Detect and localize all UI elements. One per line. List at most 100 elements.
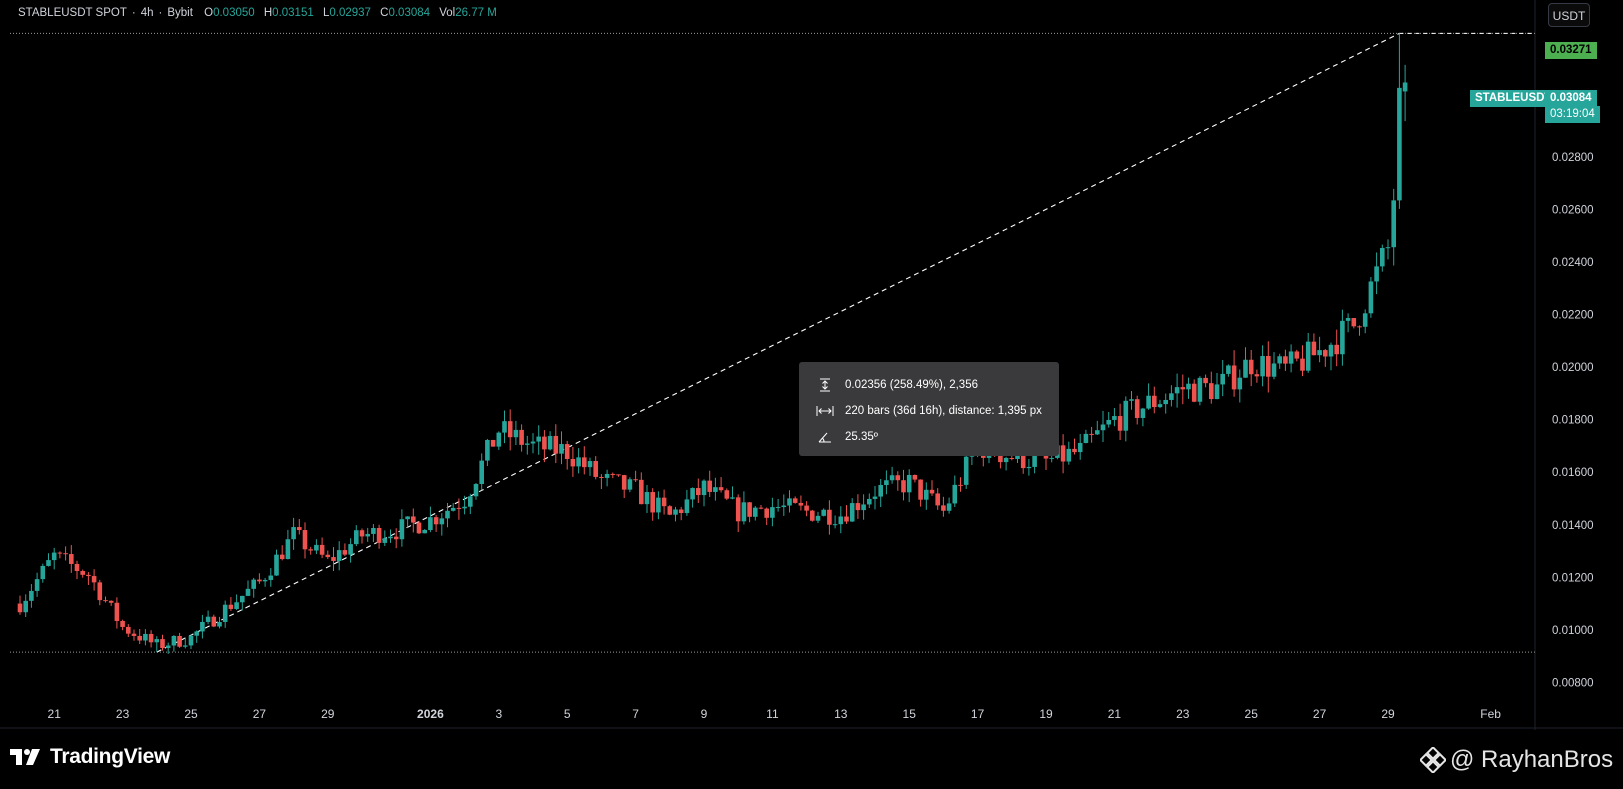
candle-up	[656, 497, 661, 513]
symbol-tag: STABLEUSDT	[1470, 90, 1557, 107]
candle-down	[599, 476, 604, 478]
candle-up	[154, 639, 160, 643]
candle-up	[559, 444, 564, 454]
candle-down	[342, 550, 348, 555]
candle-up	[1106, 419, 1111, 425]
candle-down	[1248, 359, 1254, 375]
candle-up	[946, 503, 952, 511]
high-price-tag: 0.03271	[1545, 42, 1597, 59]
candle-down	[211, 616, 217, 627]
candle-down	[376, 527, 382, 543]
candle-down	[519, 429, 524, 445]
candle-up	[1340, 320, 1345, 355]
candle-up	[644, 492, 650, 505]
candle-down	[553, 435, 559, 454]
candle-up	[1243, 359, 1248, 378]
candle-down	[718, 487, 724, 491]
candle-up	[1163, 399, 1168, 405]
candle-up	[547, 435, 553, 450]
candle-up	[262, 579, 268, 582]
time-axis-label: 9	[701, 707, 708, 721]
candle-down	[1152, 395, 1157, 408]
time-axis-label: 21	[48, 707, 62, 721]
price-axis-label: 0.01600	[1552, 467, 1594, 479]
candles	[17, 33, 1408, 654]
candle-up	[952, 484, 958, 504]
measure-angle-text: 25.35º	[845, 431, 878, 443]
candle-up	[371, 527, 376, 534]
candle-up	[530, 441, 536, 444]
candle-up	[604, 473, 610, 478]
candle-up	[234, 602, 239, 609]
candle-down	[108, 600, 114, 603]
candle-down	[80, 571, 85, 575]
candle-down	[633, 479, 638, 481]
time-axis-label: 13	[834, 707, 848, 721]
candle-down	[593, 461, 598, 477]
time-axis-label: 5	[564, 707, 571, 721]
candle-down	[393, 536, 399, 540]
candle-down	[114, 602, 120, 622]
currency-button[interactable]: USDT	[1548, 3, 1590, 27]
candle-up	[1277, 356, 1282, 364]
candle-up	[1157, 404, 1163, 408]
candle-down	[1134, 399, 1140, 418]
candle-down	[507, 421, 513, 438]
time-axis-label: 21	[1108, 707, 1122, 721]
legend-interval[interactable]: 4h	[141, 7, 154, 19]
candle-up	[439, 518, 445, 525]
candle-down	[895, 475, 901, 481]
measure-tooltip: 0.02356 (258.49%), 2,356 220 bars (36d 1…	[799, 362, 1059, 456]
candle-down	[1311, 341, 1317, 356]
candle-up	[485, 439, 490, 461]
candle-down	[57, 552, 63, 554]
tradingview-logo[interactable]: TradingView	[10, 745, 170, 769]
candle-down	[63, 553, 68, 555]
candle-down	[941, 505, 946, 511]
candle-down	[564, 444, 570, 459]
candle-down	[855, 503, 861, 511]
candle-up	[1100, 424, 1106, 431]
price-axis-label: 0.02400	[1552, 257, 1594, 269]
candle-down	[696, 488, 701, 496]
candle-down	[1283, 356, 1288, 364]
candle-up	[29, 590, 34, 601]
candle-up	[1237, 377, 1243, 390]
time-axis: 21 23 25 27 29 2026 3 5 7 9 11 13 15 17 19 21 23 25 27 29 Fe…	[48, 707, 1502, 721]
candle-up	[1317, 350, 1322, 356]
candle-up	[713, 487, 718, 492]
candle-down	[610, 473, 616, 475]
candle-down	[929, 489, 935, 494]
candle-up	[268, 575, 274, 580]
measure-price-text: 0.02356 (258.49%), 2,356	[845, 379, 978, 391]
price-axis-label: 0.01000	[1552, 625, 1594, 637]
candle-up	[787, 498, 792, 506]
price-axis: 0.032000.028000.026000.024000.022000.020…	[1552, 47, 1594, 689]
candle-up	[348, 544, 353, 555]
candle-up	[1385, 247, 1391, 249]
candle-up	[838, 516, 844, 525]
time-axis-label: 17	[971, 707, 985, 721]
candle-down	[1294, 351, 1300, 359]
candle-up	[1197, 377, 1203, 402]
candle-up	[878, 485, 883, 497]
candle-down	[325, 554, 331, 558]
price-axis-label: 0.01800	[1552, 415, 1594, 427]
candle-up	[513, 429, 519, 438]
candle-down	[411, 516, 416, 523]
candle-down	[804, 505, 809, 511]
legend-volume-value: 26.77 M	[455, 7, 497, 19]
time-axis-label: 2026	[417, 707, 444, 721]
candle-down	[302, 530, 308, 550]
candle-up	[1368, 281, 1374, 314]
candle-up	[1397, 87, 1402, 201]
candle-up	[473, 483, 479, 497]
candle-down	[103, 600, 108, 602]
legend-volume-label: Vol	[439, 7, 456, 19]
candle-up	[867, 498, 872, 505]
candle-up	[1374, 266, 1379, 282]
candle-up	[405, 516, 410, 520]
candle-down	[582, 457, 587, 468]
legend-symbol[interactable]: STABLEUSDT SPOT	[18, 7, 127, 19]
tradingview-logo-icon	[10, 749, 40, 765]
